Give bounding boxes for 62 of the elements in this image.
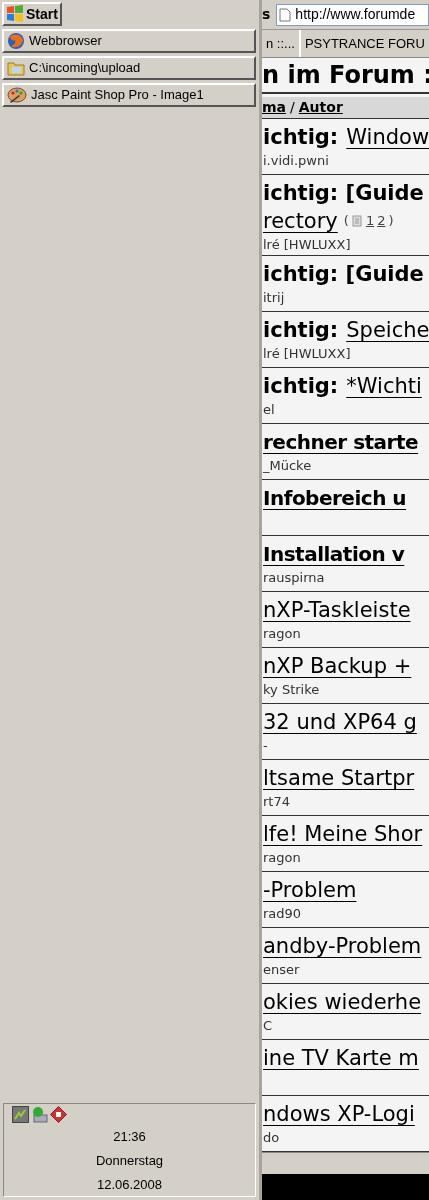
topic-link[interactable]: andby-Problem — [263, 932, 429, 960]
author-name: ragon — [263, 626, 302, 642]
column-sort-link[interactable]: ma — [262, 97, 287, 118]
author-name: ragon — [263, 850, 302, 866]
author-name: i.vidi.pwni — [263, 153, 330, 169]
taskbar-button[interactable]: C:\incoming\upload — [2, 56, 256, 80]
topic-link[interactable]: Window — [346, 123, 429, 151]
bracket-text: ( — [343, 212, 349, 231]
topic-link[interactable]: Speiche — [346, 316, 429, 344]
page-link[interactable]: 1 — [365, 211, 375, 231]
column-sort-link[interactable]: Autor — [298, 97, 343, 118]
author-name: - — [263, 738, 269, 754]
taskbar-button[interactable]: Webbrowser — [2, 29, 256, 53]
author-name: lré [HWLUXX] — [263, 237, 352, 253]
clock-time: 21:36 — [113, 1128, 146, 1146]
topic-title: ichtig: [Guide — [263, 180, 425, 207]
author-name: do — [263, 1130, 281, 1146]
topic-link[interactable]: ndows XP-Logi — [263, 1100, 429, 1128]
bracket-text: ) — [388, 212, 394, 231]
address-bar[interactable]: http://www.forumde — [276, 3, 429, 26]
topic-link[interactable]: Installation v — [263, 540, 429, 568]
author-name: rauspirna — [263, 570, 326, 586]
toolbar-label: s — [262, 5, 271, 24]
topic-link[interactable]: *Wichti — [346, 372, 422, 400]
topic-link[interactable]: okies wiederhe — [263, 988, 429, 1016]
lightning-icon[interactable] — [12, 1106, 29, 1123]
page-link[interactable]: 2 — [377, 211, 386, 231]
taskbar-button[interactable]: Jasc Paint Shop Pro - Image1 — [2, 83, 256, 107]
topic-link[interactable]: nXP Backup + — [263, 652, 429, 680]
topic-link[interactable]: rechner starte — [263, 428, 429, 456]
author-name: rad90 — [263, 906, 303, 922]
palette-icon — [7, 86, 27, 104]
sticky-label: ichtig: — [263, 317, 339, 344]
clock-date: 12.06.2008 — [96, 1176, 163, 1194]
clock-day: Donnerstag — [95, 1149, 164, 1173]
author-name: itrij — [263, 290, 286, 306]
start-button[interactable]: Start — [2, 2, 62, 26]
author-name: el — [263, 402, 276, 418]
topic-link[interactable]: ine TV Karte m — [263, 1044, 429, 1072]
author-name: C — [263, 1018, 274, 1034]
topic-link[interactable]: Infobereich u — [263, 484, 429, 512]
sticky-label: ichtig: — [263, 373, 339, 400]
globe-icon — [7, 32, 25, 50]
folder-icon — [7, 60, 25, 76]
sticky-label: ichtig: — [263, 124, 339, 151]
topic-link[interactable]: ltsame Startpr — [263, 764, 429, 792]
separator-text: / — [290, 98, 295, 117]
author-name: lré [HWLUXX] — [263, 346, 352, 362]
page-icon — [279, 7, 292, 22]
topic-link[interactable]: lfe! Meine Shor — [263, 820, 429, 848]
diamond-icon[interactable] — [50, 1106, 67, 1123]
author-name: ky Strike — [263, 682, 321, 698]
author-name: enser — [263, 962, 301, 978]
topic-link[interactable]: nXP-Taskleiste — [263, 596, 429, 624]
page-icon — [351, 215, 363, 227]
topic-link[interactable]: 32 und XP64 g — [263, 708, 429, 736]
topic-link[interactable]: rectory — [263, 207, 338, 235]
topic-title: ichtig: [Guide — [263, 261, 425, 288]
author-name: _Mücke — [263, 458, 313, 474]
author-name: rt74 — [263, 794, 291, 810]
topic-link[interactable]: -Problem — [263, 876, 429, 904]
windows-logo-icon — [6, 5, 24, 23]
